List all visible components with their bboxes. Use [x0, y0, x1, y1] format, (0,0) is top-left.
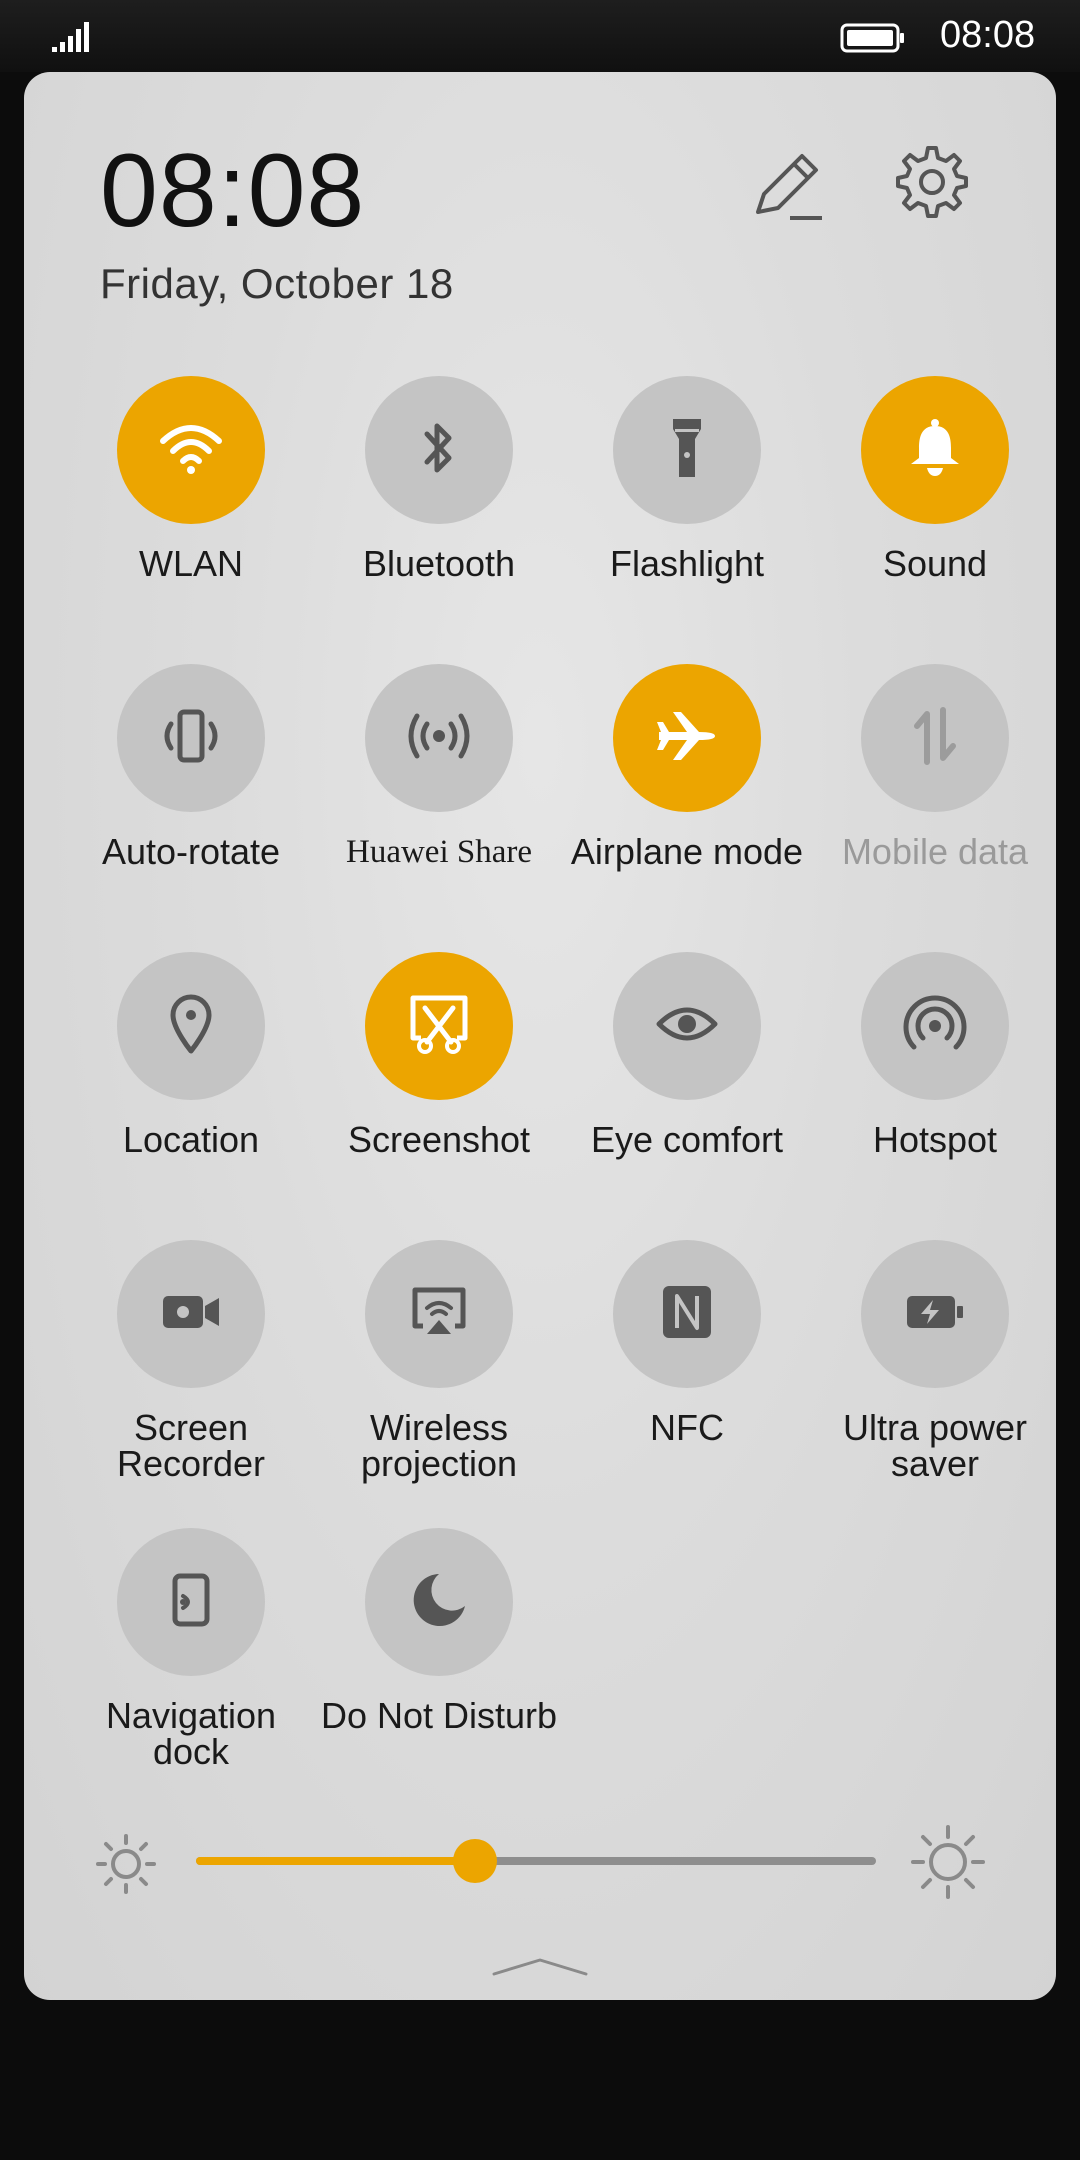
tile-label-sound: Sound [882, 543, 988, 584]
bluetooth-toggle[interactable] [365, 376, 513, 524]
edit-tiles-button[interactable] [750, 148, 830, 228]
tile-label-huawei-share: Huawei Share [345, 834, 532, 870]
tile-label-wlan: WLAN [138, 543, 243, 584]
tile-label-bluetooth: Bluetooth [362, 543, 516, 584]
nfc-icon [661, 1284, 713, 1345]
tile-label-ultra-power-saver: Ultra power saver [842, 1407, 1028, 1484]
flashlight-toggle[interactable] [613, 376, 761, 524]
tile-label-auto-rotate: Auto-rotate [101, 831, 281, 872]
tile-label-flashlight: Flashlight [609, 543, 765, 584]
panel-clock: 08:08 [100, 133, 366, 249]
location-pin-icon [167, 993, 215, 1060]
auto-rotate-icon [159, 704, 223, 773]
huawei-share-toggle[interactable] [365, 664, 513, 812]
screenshot-scissors-icon [407, 992, 471, 1061]
brightness-slider-fill [196, 1857, 475, 1865]
sound-toggle[interactable] [861, 376, 1009, 524]
battery-full-icon [840, 22, 906, 59]
navigation-dock-icon [169, 1572, 213, 1633]
quick-settings-panel: 08:08 Friday, October 18 WLAN Bluetooth … [24, 72, 1056, 2000]
bluetooth-icon [419, 418, 459, 483]
gear-icon [892, 146, 972, 226]
airplane-mode-toggle[interactable] [613, 664, 761, 812]
screenshot-toggle[interactable] [365, 952, 513, 1100]
hotspot-toggle[interactable] [861, 952, 1009, 1100]
sun-large-icon [910, 1824, 986, 1905]
location-toggle[interactable] [117, 952, 265, 1100]
tile-label-wireless-projection: Wireless projection [360, 1407, 518, 1484]
status-bar-time: 08:08 [940, 14, 1036, 56]
signal-bars-icon [52, 20, 92, 57]
flashlight-icon [671, 417, 703, 484]
sun-small-icon [94, 1832, 158, 1901]
hotspot-icon [903, 994, 967, 1059]
settings-button[interactable] [892, 142, 972, 222]
ultra-power-saver-toggle[interactable] [861, 1240, 1009, 1388]
mobile-data-toggle[interactable] [861, 664, 1009, 812]
battery-bolt-icon [905, 1292, 965, 1337]
navigation-dock-toggle[interactable] [117, 1528, 265, 1676]
screen-recorder-toggle[interactable] [117, 1240, 265, 1388]
moon-icon [409, 1570, 469, 1635]
wifi-icon [159, 421, 223, 480]
nfc-toggle[interactable] [613, 1240, 761, 1388]
tile-label-hotspot: Hotspot [872, 1119, 998, 1160]
tile-label-screenshot: Screenshot [347, 1119, 531, 1160]
share-signal-icon [407, 711, 471, 766]
panel-date: Friday, October 18 [100, 260, 454, 307]
airplane-icon [655, 710, 719, 767]
collapse-panel-button[interactable] [490, 1954, 590, 1983]
tile-label-location: Location [122, 1119, 260, 1160]
pencil-icon [750, 154, 830, 232]
auto-rotate-toggle[interactable] [117, 664, 265, 812]
tile-label-eye-comfort: Eye comfort [590, 1119, 784, 1160]
tile-label-do-not-disturb: Do Not Disturb [320, 1695, 558, 1736]
tile-label-navigation-dock: Navigation dock [105, 1695, 277, 1772]
eye-icon [655, 1004, 719, 1049]
tile-label-screen-recorder: Screen Recorder [116, 1407, 266, 1484]
status-bar: 08:08 [0, 0, 1080, 72]
wireless-projection-toggle[interactable] [365, 1240, 513, 1388]
wireless-projection-icon [409, 1286, 469, 1343]
do-not-disturb-toggle[interactable] [365, 1528, 513, 1676]
wlan-toggle[interactable] [117, 376, 265, 524]
tile-label-airplane-mode: Airplane mode [570, 831, 804, 872]
tile-label-nfc: NFC [650, 1407, 724, 1448]
brightness-slider-thumb[interactable] [452, 1839, 497, 1883]
video-camera-icon [161, 1292, 221, 1337]
tile-label-mobile-data: Mobile data [841, 831, 1029, 872]
chevron-up-icon [490, 1958, 590, 1982]
mobile-data-icon [913, 704, 957, 773]
brightness-slider[interactable] [196, 1839, 876, 1883]
bell-icon [907, 418, 963, 483]
eye-comfort-toggle[interactable] [613, 952, 761, 1100]
